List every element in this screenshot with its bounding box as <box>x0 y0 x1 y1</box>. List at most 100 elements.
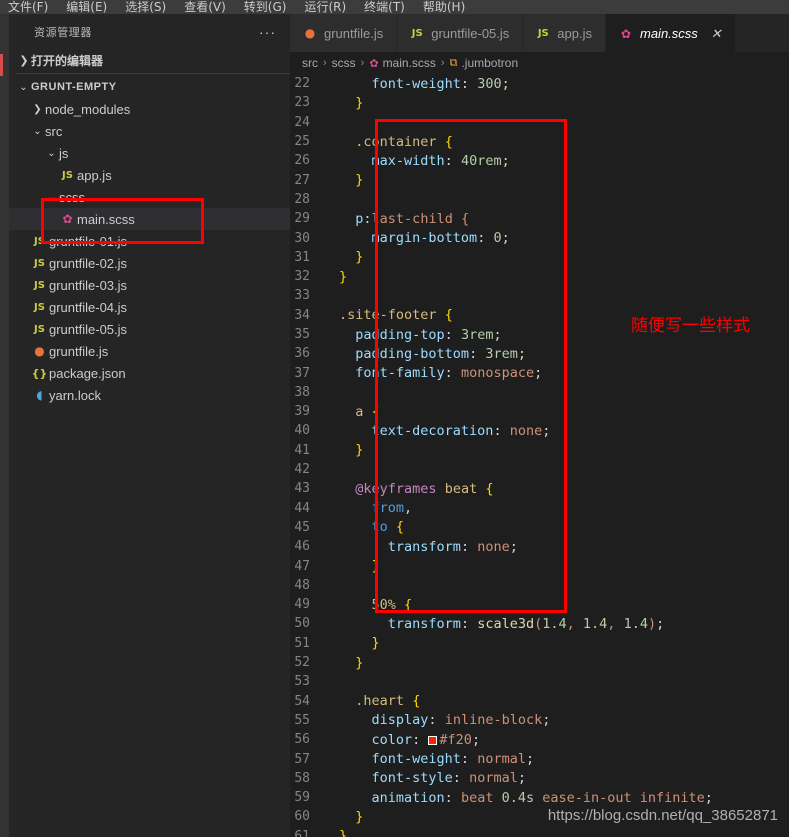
tree-item-scss[interactable]: ⌄ scss <box>9 186 290 208</box>
code-line[interactable]: 51 } <box>290 634 789 653</box>
code-line[interactable]: 30 margin-bottom: 0; <box>290 228 789 247</box>
code-line[interactable]: 43 @keyframes beat { <box>290 479 789 498</box>
tree-item-gruntfile-05-js[interactable]: JS gruntfile-05.js <box>9 318 290 340</box>
tree-item-gruntfile-01-js[interactable]: JS gruntfile-01.js <box>9 230 290 252</box>
tree-item-js[interactable]: ⌄ js <box>9 142 290 164</box>
menu-item-6[interactable]: 终端(T) <box>364 0 414 14</box>
tree-item-yarn-lock[interactable]: ◖ yarn.lock <box>9 384 290 406</box>
code-line[interactable]: 52 } <box>290 653 789 672</box>
code-line[interactable]: 58 font-style: normal; <box>290 769 789 788</box>
tab-label: gruntfile-05.js <box>431 25 510 41</box>
code-line[interactable]: 45 to { <box>290 518 789 537</box>
breadcrumb-item-2[interactable]: ✿ main.scss <box>369 56 436 70</box>
code-line[interactable]: 56 color: #f20; <box>290 730 789 749</box>
line-number: 47 <box>294 558 310 574</box>
file-type-icon: JS <box>34 301 45 313</box>
code-line[interactable]: 26 max-width: 40rem; <box>290 151 789 170</box>
breadcrumb-item-0[interactable]: src <box>302 56 318 70</box>
code-line[interactable]: 36 padding-bottom: 3rem; <box>290 344 789 363</box>
open-editors-label: 打开的编辑器 <box>31 54 104 68</box>
tree-item-src[interactable]: ⌄ src <box>9 120 290 142</box>
code-text: } <box>355 94 364 111</box>
line-number: 53 <box>294 674 310 690</box>
code-line[interactable]: 57 font-weight: normal; <box>290 749 789 768</box>
code-line[interactable]: 37 font-family: monospace; <box>290 363 789 382</box>
tree-item-main-scss[interactable]: ✿ main.scss <box>9 208 290 230</box>
code-line[interactable]: 33 <box>290 286 789 305</box>
line-number: 56 <box>294 732 310 748</box>
code-line[interactable]: 61} <box>290 827 789 837</box>
code-editor[interactable]: 22 font-weight: 300; 23 } 24 25 .container … <box>290 74 789 837</box>
tree-item-node-modules[interactable]: ❯ node_modules <box>9 98 290 120</box>
code-line[interactable]: 25 .container { <box>290 132 789 151</box>
code-line[interactable]: 31 } <box>290 248 789 267</box>
code-line[interactable]: 32} <box>290 267 789 286</box>
code-line[interactable]: 42 <box>290 460 789 479</box>
code-text: .site-footer { <box>339 307 453 324</box>
tree-item-gruntfile-02-js[interactable]: JS gruntfile-02.js <box>9 252 290 274</box>
code-line[interactable]: 28 <box>290 190 789 209</box>
tree-item-package-json[interactable]: {} package.json <box>9 362 290 384</box>
editor-tab-main-scss[interactable]: ✿ main.scss ✕ <box>606 14 736 52</box>
chevron-right-icon: ❯ <box>19 54 29 67</box>
open-editors-section[interactable]: ❯ 打开的编辑器 <box>9 49 290 72</box>
line-number: 37 <box>294 365 310 381</box>
menu-item-7[interactable]: 帮助(H) <box>423 0 474 14</box>
file-type-icon: ◖ <box>36 388 43 402</box>
editor-tab-app-js[interactable]: JS app.js <box>523 14 606 52</box>
code-line[interactable]: 40 text-decoration: none; <box>290 421 789 440</box>
more-actions-icon[interactable]: ··· <box>259 25 276 39</box>
line-number: 61 <box>294 828 310 837</box>
breadcrumb-separator-icon: › <box>440 57 445 69</box>
code-line[interactable]: 27 } <box>290 170 789 189</box>
tree-item-gruntfile-04-js[interactable]: JS gruntfile-04.js <box>9 296 290 318</box>
code-line[interactable]: 55 display: inline-block; <box>290 711 789 730</box>
code-line[interactable]: 59 animation: beat 0.4s ease-in-out infi… <box>290 788 789 807</box>
breadcrumb-label: main.scss <box>382 56 436 70</box>
code-line[interactable]: 54 .heart { <box>290 692 789 711</box>
code-text: } <box>339 828 348 837</box>
tree-item-app-js[interactable]: JS app.js <box>9 164 290 186</box>
red-annotation-note: 随便写一些样式 <box>631 316 750 336</box>
tree-item-label: gruntfile.js <box>49 343 109 359</box>
code-line[interactable]: 44 from, <box>290 499 789 518</box>
menu-item-3[interactable]: 查看(V) <box>184 0 235 14</box>
code-line[interactable]: 48 <box>290 576 789 595</box>
editor-tab-gruntfile-05-js[interactable]: JS gruntfile-05.js <box>397 14 524 52</box>
breadcrumb-item-3[interactable]: ⧉ .jumbotron <box>450 56 519 70</box>
menu-item-2[interactable]: 选择(S) <box>125 0 175 14</box>
code-line[interactable]: 49 50% { <box>290 595 789 614</box>
chevron-down-icon: ⌄ <box>47 147 56 159</box>
close-icon[interactable]: ✕ <box>711 26 722 42</box>
menu-item-1[interactable]: 编辑(E) <box>66 0 116 14</box>
code-line[interactable]: 29 p:last-child { <box>290 209 789 228</box>
menu-item-0[interactable]: 文件(F) <box>8 0 57 14</box>
code-line[interactable]: 22 font-weight: 300; <box>290 74 789 93</box>
menu-item-4[interactable]: 转到(G) <box>244 0 296 14</box>
activity-bar-active-indicator <box>0 54 3 76</box>
vscode-window: 文件(F) 编辑(E) 选择(S) 查看(V) 转到(G) 运行(R) 终端(T) 帮助(H)… <box>0 0 789 837</box>
line-number: 42 <box>294 462 310 478</box>
code-line[interactable]: 38 <box>290 383 789 402</box>
tree-item-gruntfile-js[interactable]: ● gruntfile.js <box>9 340 290 362</box>
code-line[interactable]: 41 } <box>290 441 789 460</box>
code-line[interactable]: 39 a { <box>290 402 789 421</box>
activity-bar[interactable] <box>0 14 9 837</box>
tree-item-grunt-empty[interactable]: ⌄ GRUNT-EMPTY <box>9 76 290 98</box>
line-number: 50 <box>294 616 310 632</box>
line-number: 44 <box>294 500 310 516</box>
code-line[interactable]: 50 transform: scale3d(1.4, 1.4, 1.4); <box>290 614 789 633</box>
code-line[interactable]: 47 } <box>290 556 789 575</box>
breadcrumb-item-1[interactable]: scss <box>332 56 356 70</box>
tree-item-gruntfile-03-js[interactable]: JS gruntfile-03.js <box>9 274 290 296</box>
line-number: 29 <box>294 211 310 227</box>
code-line[interactable]: 24 <box>290 113 789 132</box>
editor-tab-gruntfile-js[interactable]: ● gruntfile.js <box>290 14 398 52</box>
tab-file-icon: ● <box>304 26 316 40</box>
code-line[interactable]: 53 <box>290 672 789 691</box>
code-line[interactable]: 46 transform: none; <box>290 537 789 556</box>
menu-item-5[interactable]: 运行(R) <box>304 0 355 14</box>
code-line[interactable]: 23 } <box>290 93 789 112</box>
line-number: 31 <box>294 249 310 265</box>
explorer-title-bar: 资源管理器 ··· <box>9 14 290 49</box>
